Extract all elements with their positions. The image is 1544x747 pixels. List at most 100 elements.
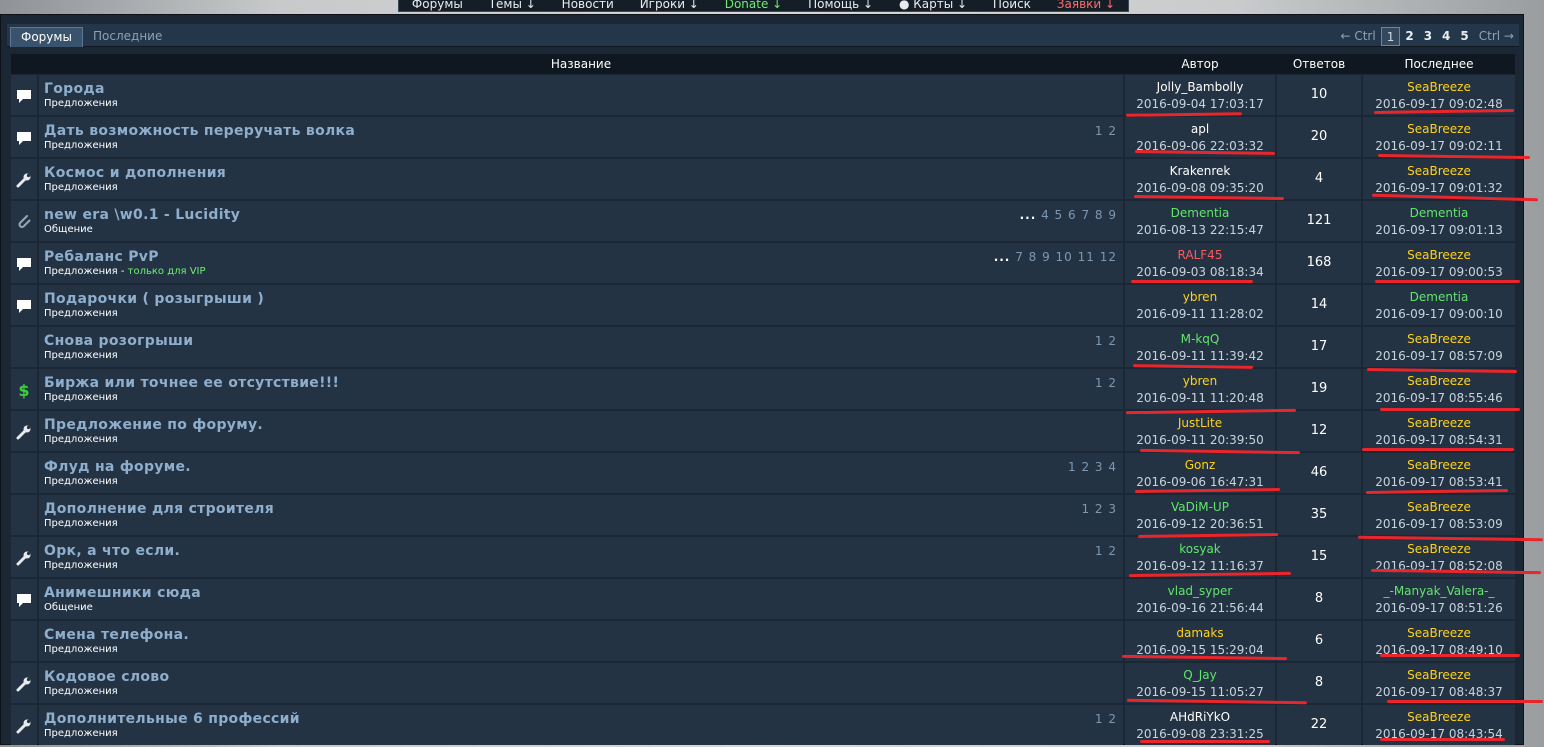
topic-title-link[interactable]: Подарочки ( розыгрыши ) [44,291,264,307]
tab-forums[interactable]: Форумы [10,27,83,47]
category-label[interactable]: Предложения [44,140,118,151]
category-label[interactable]: Предложения [44,350,118,361]
topic-page-links[interactable]: 1 2 3 [1081,502,1117,516]
topic-page-links[interactable]: ... 7 8 9 10 11 12 [994,250,1117,264]
page-numbers[interactable]: 1 2 [1095,124,1117,138]
topic-title-link[interactable]: Орк, а что если. [44,543,180,559]
last-author-link[interactable]: SeaBreeze [1363,710,1515,724]
author-name-link[interactable]: damaks [1125,626,1275,640]
category-label[interactable]: Предложения [44,98,118,109]
column-author[interactable]: Автор [1125,54,1275,74]
nav-item[interactable]: Donate ↓ [725,0,783,10]
last-post-date[interactable]: 2016-09-17 08:55:46 [1363,391,1515,405]
last-author-link[interactable]: SeaBreeze [1363,416,1515,430]
topic-title-link[interactable]: Ребаланс PvP [44,249,159,265]
nav-item[interactable]: Темы ↓ [489,0,536,10]
last-post-date[interactable]: 2016-09-17 09:00:53 [1363,265,1515,279]
last-author-link[interactable]: SeaBreeze [1363,248,1515,262]
category-label[interactable]: Предложения [44,308,118,319]
category-label[interactable]: Предложения [44,644,118,655]
page-numbers[interactable]: 1 2 [1095,544,1117,558]
pager-page-1[interactable]: 1 [1380,27,1401,46]
pager-next[interactable]: Ctrl → [1474,27,1519,46]
category-label[interactable]: Предложения [44,434,118,445]
topic-title-link[interactable]: Биржа или точнее ее отсутствие!!! [44,375,339,391]
topic-title-link[interactable]: new era \w0.1 - Lucidity [44,207,240,223]
author-name-link[interactable]: JustLite [1125,416,1275,430]
topic-title-link[interactable]: Дать возможность переручать волка [44,123,355,139]
last-author-link[interactable]: SeaBreeze [1363,122,1515,136]
pager-prev[interactable]: ← Ctrl [1335,27,1380,46]
last-post-date[interactable]: 2016-09-17 08:57:09 [1363,349,1515,363]
author-name-link[interactable]: RALF45 [1125,248,1275,262]
topic-title-link[interactable]: Дополнение для строителя [44,501,274,517]
tab-recent[interactable]: Последние [83,27,172,46]
nav-item[interactable]: ● Карты ↓ [899,0,967,10]
page-numbers[interactable]: 1 2 [1095,376,1117,390]
last-author-link[interactable]: SeaBreeze [1363,542,1515,556]
last-author-link[interactable]: SeaBreeze [1363,80,1515,94]
author-name-link[interactable]: Jolly_Bambolly [1125,80,1275,94]
topic-page-links[interactable]: 1 2 [1095,334,1117,348]
author-name-link[interactable]: vlad_syper [1125,584,1275,598]
last-post-date[interactable]: 2016-09-17 09:02:11 [1363,139,1515,153]
page-numbers[interactable]: 1 2 [1095,712,1117,726]
author-name-link[interactable]: VaDiM-UP [1125,500,1275,514]
last-post-date[interactable]: 2016-09-17 08:54:31 [1363,433,1515,447]
category-label[interactable]: Предложения [44,476,118,487]
topic-title-link[interactable]: Дополнительные 6 профессий [44,711,300,727]
column-replies[interactable]: Ответов [1277,54,1361,74]
pager-page-5[interactable]: 5 [1455,27,1473,46]
last-author-link[interactable]: Dementia [1363,206,1515,220]
nav-item[interactable]: Поиск [993,0,1031,10]
category-label[interactable]: Общение [44,602,93,613]
page-numbers[interactable]: 1 2 3 4 [1068,460,1117,474]
author-name-link[interactable]: ybren [1125,374,1275,388]
category-label[interactable]: Предложения [44,686,118,697]
last-author-link[interactable]: _-Manyak_Valera-_ [1363,584,1515,598]
page-numbers[interactable]: 1 2 3 [1081,502,1117,516]
author-name-link[interactable]: Gonz [1125,458,1275,472]
topic-title-link[interactable]: Космос и дополнения [44,165,226,181]
topic-page-links[interactable]: 1 2 3 4 [1068,460,1117,474]
topic-title-link[interactable]: Предложение по форуму. [44,417,263,433]
topic-title-link[interactable]: Смена телефона. [44,627,189,643]
category-label[interactable]: Предложения [44,518,118,529]
last-post-date[interactable]: 2016-09-17 09:01:13 [1363,223,1515,237]
nav-item[interactable]: Игроки ↓ [640,0,699,10]
nav-item[interactable]: Заявки ↓ [1057,0,1115,10]
pager-page-4[interactable]: 4 [1437,27,1455,46]
topic-page-links[interactable]: 1 2 [1095,544,1117,558]
topic-page-links[interactable]: 1 2 [1095,124,1117,138]
category-label[interactable]: Предложения [44,728,118,739]
nav-item[interactable]: Помощь ↓ [808,0,873,10]
topic-page-links[interactable]: ... 4 5 6 7 8 9 [1020,208,1117,222]
last-post-date[interactable]: 2016-09-17 09:01:32 [1363,181,1515,195]
page-numbers[interactable]: 4 5 6 7 8 9 [1041,208,1117,222]
topic-page-links[interactable]: 1 2 [1095,712,1117,726]
last-author-link[interactable]: SeaBreeze [1363,374,1515,388]
author-name-link[interactable]: Dementia [1125,206,1275,220]
nav-item[interactable]: Форумы [412,0,463,10]
last-author-link[interactable]: SeaBreeze [1363,668,1515,682]
topic-title-link[interactable]: Кодовое слово [44,669,169,685]
last-post-date[interactable]: 2016-09-17 08:53:09 [1363,517,1515,531]
last-author-link[interactable]: Dementia [1363,290,1515,304]
page-numbers[interactable]: 1 2 [1095,334,1117,348]
pager-page-2[interactable]: 2 [1400,27,1418,46]
topic-title-link[interactable]: Города [44,81,105,97]
category-label[interactable]: Предложения [44,392,118,403]
last-post-date[interactable]: 2016-09-17 08:53:41 [1363,475,1515,489]
topic-page-links[interactable]: 1 2 [1095,376,1117,390]
category-label[interactable]: Общение [44,224,93,235]
last-post-date[interactable]: 2016-09-17 08:51:26 [1363,601,1515,615]
last-author-link[interactable]: SeaBreeze [1363,164,1515,178]
author-name-link[interactable]: Krakenrek [1125,164,1275,178]
category-label[interactable]: Предложения [44,182,118,193]
author-name-link[interactable]: apl [1125,122,1275,136]
author-name-link[interactable]: ybren [1125,290,1275,304]
author-name-link[interactable]: Q_Jay [1125,668,1275,682]
pager-page-3[interactable]: 3 [1419,27,1437,46]
column-title[interactable]: Название [39,54,1123,74]
category-label[interactable]: Предложения [44,266,118,277]
